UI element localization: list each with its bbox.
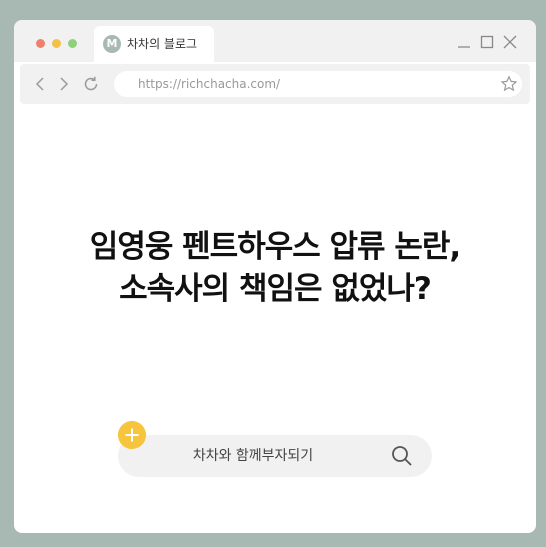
navigation-bar: https://richchacha.com/ (14, 62, 536, 108)
minimize-traffic-light[interactable] (52, 39, 61, 48)
maximize-icon[interactable] (479, 34, 495, 50)
bookmark-star-icon[interactable] (500, 75, 518, 93)
toolbar: https://richchacha.com/ (20, 64, 530, 104)
back-icon[interactable] (32, 75, 50, 93)
address-bar[interactable]: https://richchacha.com/ (114, 71, 522, 97)
browser-window: M 차차의 블로그 https://richchacha.com/ 임영웅 펜트… (14, 20, 536, 533)
add-icon[interactable] (118, 421, 146, 449)
search-label: 차차와 함께부자되기 (192, 448, 314, 464)
tab-title: 차차의 블로그 (127, 37, 198, 51)
title-line-2: 소속사의 책임은 없었나? (119, 271, 432, 307)
search-bar[interactable]: 차차와 함께부자되기 (118, 435, 432, 477)
zoom-traffic-light[interactable] (68, 39, 77, 48)
browser-tab[interactable]: M 차차의 블로그 (94, 26, 214, 62)
url-text: https://richchacha.com/ (138, 77, 281, 91)
search-icon[interactable] (390, 444, 414, 468)
title-line-1: 임영웅 펜트하우스 압류 논란, (89, 229, 461, 265)
reload-icon[interactable] (82, 75, 100, 93)
title-bar: M 차차의 블로그 (14, 20, 536, 62)
close-icon[interactable] (502, 34, 518, 50)
favicon-icon: M (103, 35, 121, 53)
forward-icon[interactable] (54, 75, 72, 93)
minimize-icon[interactable] (456, 34, 472, 50)
page-title: 임영웅 펜트하우스 압류 논란, 소속사의 책임은 없었나? (14, 226, 536, 310)
close-traffic-light[interactable] (36, 39, 45, 48)
